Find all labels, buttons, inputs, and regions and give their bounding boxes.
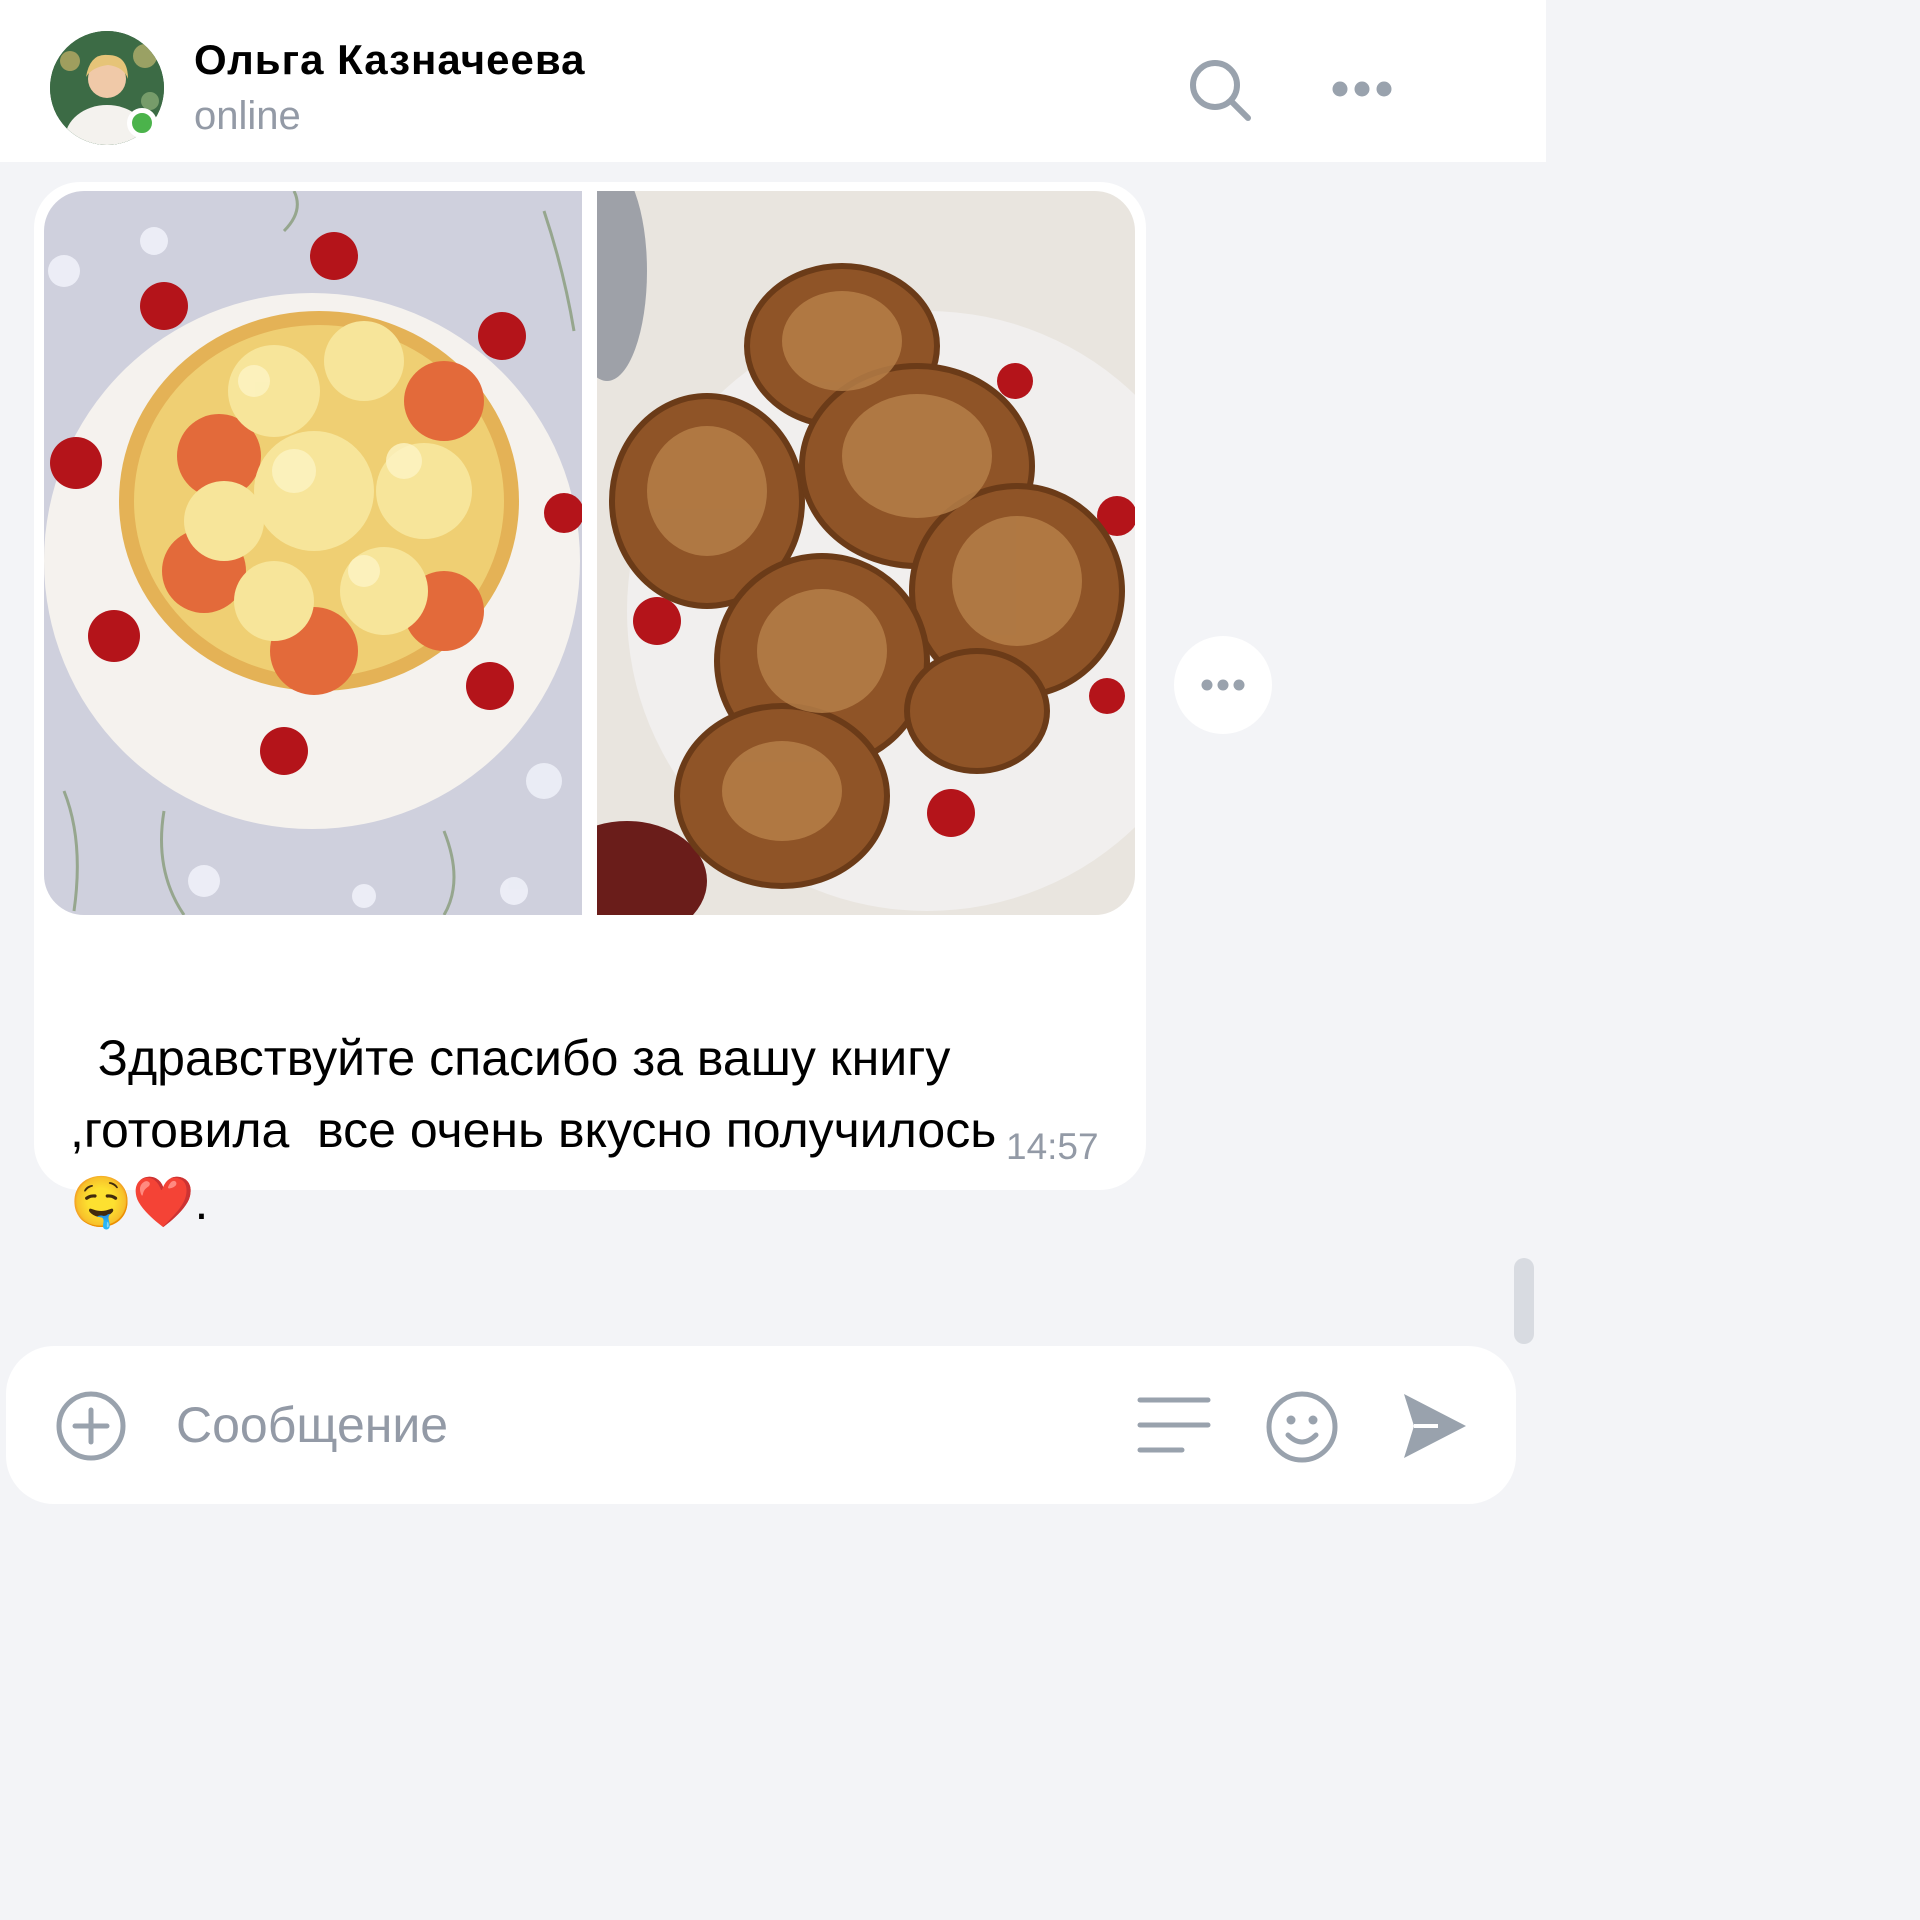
pies-photo <box>597 191 1135 915</box>
add-attachment-icon[interactable] <box>54 1389 128 1463</box>
emoji-icon[interactable] <box>1264 1389 1340 1465</box>
search-icon[interactable] <box>1186 56 1254 124</box>
message-text: Здравствуйте спасибо за вашу книгу ,гото… <box>70 950 1110 1238</box>
scrollbar-thumb[interactable] <box>1514 1258 1534 1344</box>
dish-photo <box>44 191 582 915</box>
more-icon <box>1201 679 1245 691</box>
contact-status: online <box>194 94 301 138</box>
message-actions-button[interactable] <box>1174 636 1272 734</box>
photo-attachment-1[interactable] <box>44 191 582 915</box>
message-input[interactable] <box>176 1394 1076 1456</box>
chat-header: Ольга Казначеева online <box>0 0 1546 162</box>
contact-name[interactable]: Ольга Казначеева <box>194 36 585 84</box>
more-icon[interactable] <box>1330 78 1394 100</box>
menu-lines-icon[interactable] <box>1136 1394 1212 1456</box>
message-body: Здравствуйте спасибо за вашу книгу ,гото… <box>70 1030 997 1158</box>
online-indicator <box>127 108 157 138</box>
photo-attachment-2[interactable] <box>597 191 1135 915</box>
message-time: 14:57 <box>1006 1126 1099 1167</box>
message-emoji: 🤤❤️. <box>70 1174 209 1230</box>
send-icon[interactable] <box>1398 1388 1470 1464</box>
